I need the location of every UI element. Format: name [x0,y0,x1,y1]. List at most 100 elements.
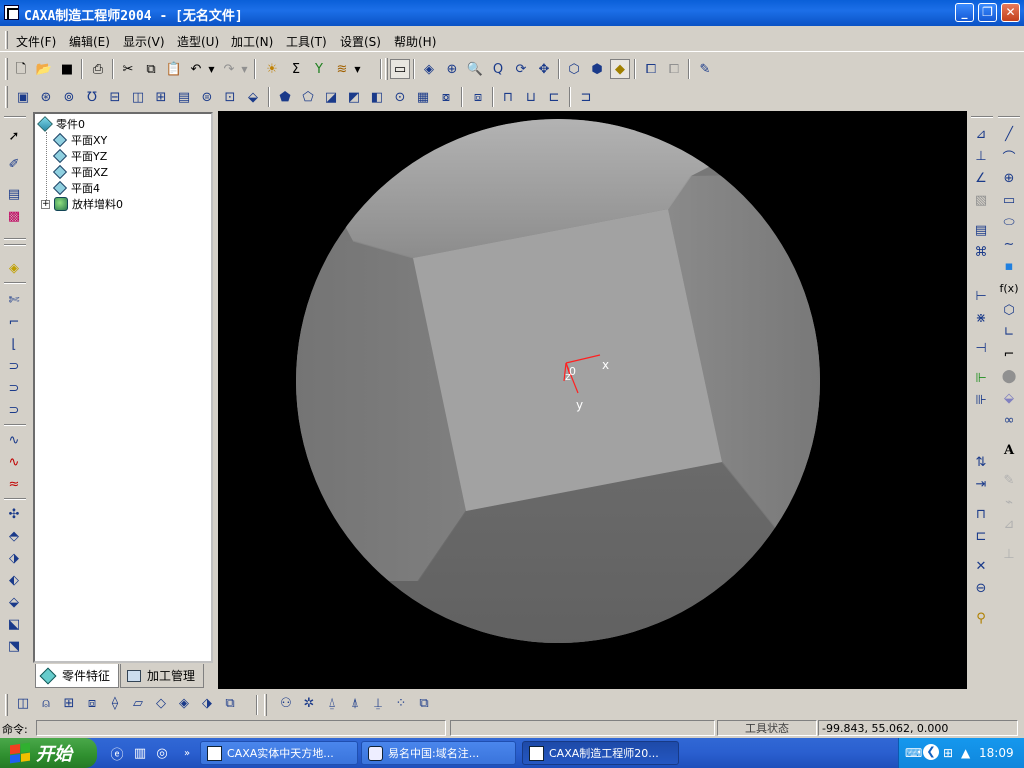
array-sketch-icon[interactable]: ⊓ [971,504,991,524]
surface-add-icon[interactable]: ⊔ [521,87,541,107]
zoom-dynamic-icon[interactable]: Q [488,59,508,79]
tree-item-plane-yz[interactable]: 平面YZ [52,148,107,164]
surface-array-icon[interactable]: ⁘ [391,693,411,713]
offset-sketch-icon[interactable]: ⊩ [971,368,991,388]
mirror-sketch-icon[interactable]: ⇥ [971,474,991,494]
command-input[interactable] [36,720,446,736]
transform-scale-icon[interactable]: ⬕ [4,614,24,634]
redraw-icon[interactable]: ◈ [419,59,439,79]
eraser-icon[interactable]: ◈ [4,258,24,278]
plane-surface-icon[interactable]: ◫ [13,693,33,713]
tree-item-plane-xz[interactable]: 平面XZ [52,164,108,180]
minimize-button[interactable]: _ [955,3,974,22]
transform-scale2-icon[interactable]: ⬔ [4,636,24,656]
menu-help[interactable]: 帮助(H) [394,33,436,50]
point-icon[interactable]: ▪ [999,256,1019,276]
spline-edit-icon[interactable]: ∿ [4,452,24,472]
dim-edit-icon[interactable]: ⇅ [971,452,991,472]
curve-offset-icon[interactable]: ⊃ [4,400,24,420]
equal-icon[interactable]: ⊪ [971,390,991,410]
hide-icon[interactable]: ⧠ [664,59,684,79]
mold-icon[interactable]: ⊙ [390,87,410,107]
color-icon[interactable]: ▩ [4,206,24,226]
trim-icon[interactable]: ✄ [4,290,24,310]
taskbar-item-browser[interactable]: 易名中国:域名注... [361,741,516,765]
constraint-icon[interactable]: ⊣ [971,338,991,358]
ie-quicklaunch-icon[interactable]: ⓔ [108,744,126,763]
circular-pattern-icon[interactable]: ◧ [367,87,387,107]
toolbar-grip[interactable] [5,694,8,716]
more-quicklaunch-icon[interactable]: » [178,744,196,762]
menu-view[interactable]: 显示(V) [123,33,165,50]
tree-item-root[interactable]: 零件0 [37,116,85,132]
toolbar-grip[interactable] [971,116,993,118]
tab-machining[interactable]: 加工管理 [120,664,204,688]
surface-merge-icon[interactable]: ⧉ [414,693,434,713]
rectangle-icon[interactable]: ▭ [999,190,1019,210]
surface-section-icon[interactable]: ⊖ [971,578,991,598]
layer-dropdown-icon[interactable]: ▼ [353,59,362,79]
sigma-icon[interactable]: Σ [286,59,306,79]
sketch-icon[interactable]: ✐ [4,154,24,174]
surface-cut-icon[interactable]: ⊓ [498,87,518,107]
revolve-icon[interactable]: ⊛ [36,87,56,107]
transform-move-icon[interactable]: ✣ [4,504,24,524]
angle-icon[interactable]: ∠ [971,168,991,188]
blend-surface-icon[interactable]: ⧉ [220,693,240,713]
polygon-icon[interactable]: ⬡ [999,300,1019,320]
expand-icon[interactable]: + [41,199,50,209]
surface-thicken-icon[interactable]: ⊏ [544,87,564,107]
cut-loft-icon[interactable]: ⊞ [151,87,171,107]
helix-icon[interactable]: ∞ [999,410,1019,430]
extrude-surface-icon[interactable]: ⧈ [82,693,102,713]
hidden-line-icon[interactable]: ⬢ [587,59,607,79]
close-button[interactable]: ✕ [1001,3,1020,22]
extrude-icon[interactable]: ▣ [13,87,33,107]
menu-edit[interactable]: 编辑(E) [69,33,110,50]
revolve-surface-icon[interactable]: ⍝ [36,693,56,713]
linear-pattern-icon[interactable]: ◩ [344,87,364,107]
sweep-icon[interactable]: ℧ [82,87,102,107]
equidistant-icon[interactable]: ⬤ [999,366,1019,386]
rotate-view-icon[interactable]: ⟳ [511,59,531,79]
toolbar-grip[interactable] [4,116,26,118]
conic-icon[interactable]: ∟ [999,322,1019,342]
taskbar-item-caxa-solid[interactable]: CAXA实体中天方地... [200,741,358,765]
curve-fillet-icon[interactable]: ⌊ [4,334,24,354]
new-file-icon[interactable]: 🗋 [11,59,31,79]
curve-break-icon[interactable]: ⌐ [4,312,24,332]
toolbar-grip[interactable] [5,86,8,108]
filter-icon[interactable]: Y [309,59,329,79]
print-icon[interactable]: ⎙ [88,59,108,79]
surface-fillet-icon[interactable]: ✲ [299,693,319,713]
taskbar-item-caxa-manufacturing[interactable]: CAXA制造工程师20... [522,741,679,765]
network-icon[interactable]: ⊞ [943,746,953,760]
transform-array-icon[interactable]: ⬙ [4,592,24,612]
curve-join-icon[interactable]: ⊃ [4,356,24,376]
spline-icon[interactable]: ∿ [4,430,24,450]
tab-part-features[interactable]: 零件特征 [35,664,119,688]
ellipse-icon[interactable]: ⬭ [999,212,1019,232]
menu-grip[interactable] [5,31,8,49]
probe-icon[interactable]: ✎ [695,59,715,79]
mirror-body-icon[interactable]: ⧇ [436,87,456,107]
circle-icon[interactable]: ⊕ [999,168,1019,188]
guide-surface-icon[interactable]: ▱ [128,693,148,713]
layer-icon[interactable]: ≋ [332,59,352,79]
window-icon[interactable]: ▭ [390,59,410,79]
split-icon[interactable]: ⊐ [576,87,596,107]
wireframe-icon[interactable]: ⬡ [564,59,584,79]
pan-icon[interactable]: ✥ [534,59,554,79]
start-button[interactable]: 开始 [0,738,97,768]
curve-fit-icon[interactable]: ≈ [4,474,24,494]
ruled-surface-icon[interactable]: ⊞ [59,693,79,713]
offset-surface-icon[interactable]: ◇ [151,693,171,713]
transform-mirror-icon[interactable]: ⬖ [4,570,24,590]
redo-dropdown-icon[interactable]: ▼ [240,59,249,79]
tree-item-loft[interactable]: + 放样增料0 [41,196,123,212]
surface-trim-icon[interactable]: ⚇ [276,693,296,713]
loft-icon[interactable]: ⊚ [59,87,79,107]
text-icon[interactable]: A [999,440,1019,460]
volume-icon[interactable]: ▲ [961,746,970,760]
app-icon[interactable] [4,5,19,20]
